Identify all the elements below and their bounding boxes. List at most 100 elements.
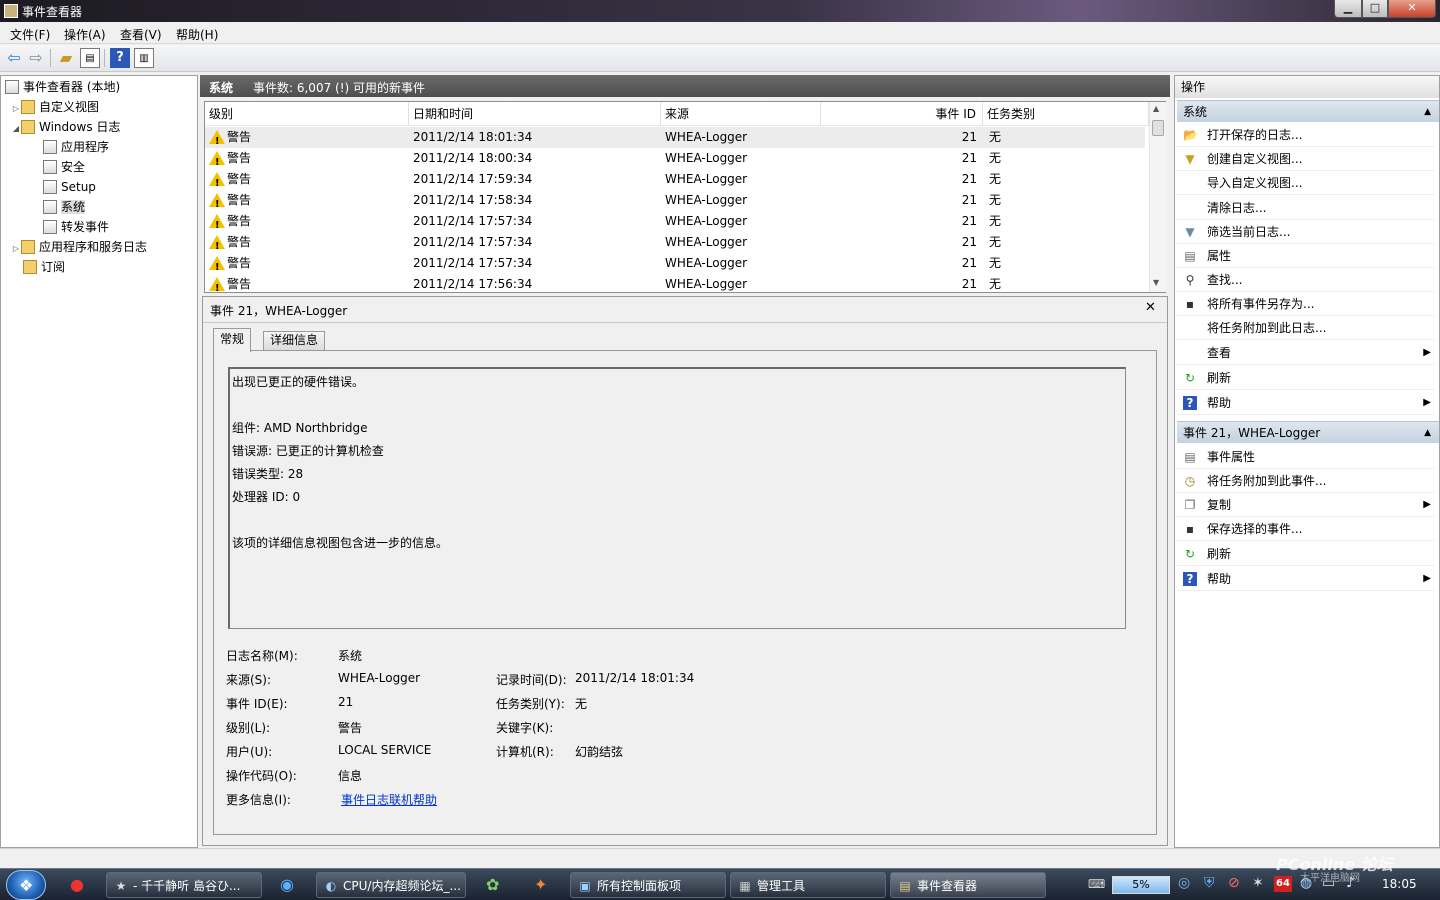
tree-item-forwarded-events[interactable]: 转发事件 [1,217,197,237]
menu-action[interactable]: 操作(A) [64,26,106,43]
detail-close-icon[interactable]: ✕ [1145,300,1156,315]
watermark-sub: 太平洋电脑网 [1300,873,1360,884]
table-row[interactable]: 警告 2011/2/14 17:58:34 WHEA-Logger 21 无 [205,190,1145,215]
maximize-button[interactable]: □ [1362,0,1388,18]
submenu-arrow-icon: ▶ [1423,397,1431,408]
tray-icon[interactable]: ◎ [1178,875,1190,891]
table-row[interactable]: 警告 2011/2/14 17:59:34 WHEA-Logger 21 无 [205,169,1145,194]
action-view[interactable]: 查看 ▶ [1177,341,1435,365]
tree-item-subscriptions[interactable]: 订阅 [1,257,197,277]
scroll-up-icon[interactable]: ▲ [1153,104,1159,113]
tab-details[interactable]: 详细信息 [263,331,326,350]
table-row[interactable]: 警告 2011/2/14 17:57:34 WHEA-Logger 21 无 [205,253,1145,278]
up-folder-icon[interactable]: ▰ [56,48,76,68]
vertical-scrollbar[interactable]: ▲ ▼ [1149,102,1166,292]
taskbar-item-forum[interactable]: ◐ CPU/内存超频论坛_... [316,872,466,898]
collapse-arrow-icon[interactable]: ◢ [11,119,21,139]
tree-item-security[interactable]: 安全 [1,157,197,177]
scroll-down-icon[interactable]: ▼ [1153,278,1159,287]
source-cell: WHEA-Logger [665,277,748,291]
event-list[interactable]: 级别 日期和时间 来源 事件 ID 任务类别 警告 2011/2/14 18:01… [204,101,1166,299]
taskbar-item-ttplayer[interactable]: ★ - 千千静听 島谷ひ... [106,872,262,898]
action-help[interactable]: ? 帮助 ▶ [1177,391,1435,415]
action-filter-current-log[interactable]: ▼ 筛选当前日志... [1177,220,1435,244]
column-source[interactable]: 来源 [661,102,821,126]
table-row[interactable]: 警告 2011/2/14 17:57:34 WHEA-Logger 21 无 [205,211,1145,236]
column-datetime[interactable]: 日期和时间 [409,102,661,126]
title-bar[interactable]: 事件查看器 ▁ □ ✕ [0,0,1440,22]
tree-item-system[interactable]: 系统 [1,197,197,217]
show-hide-action-pane-icon[interactable]: ▥ [134,48,154,68]
show-hide-tree-icon[interactable]: ▤ [80,48,100,68]
event-description[interactable]: 出现已更正的硬件错误。 组件: AMD Northbridge 错误源: 已更正的计… [228,367,1126,629]
table-row[interactable]: 警告 2011/2/14 17:56:34 WHEA-Logger 21 无 [205,274,1145,299]
app-icon[interactable]: ✿ [486,875,499,894]
taskbar-item-event-viewer[interactable]: ▤ 事件查看器 [890,872,1046,898]
help-icon[interactable]: ? [110,48,130,68]
actions-section-event[interactable]: 事件 21，WHEA-Logger ▲ [1177,421,1439,443]
app-icon[interactable]: ✦ [534,875,547,894]
cpu-meter[interactable]: 5% [1112,876,1170,894]
more-info-link[interactable]: 事件日志联机帮助 [341,791,437,808]
action-refresh[interactable]: ↻ 刷新 [1177,366,1435,390]
tree-item-windows-logs[interactable]: ◢ Windows 日志 [1,117,197,137]
tab-general[interactable]: 常规 [213,328,252,352]
action-create-custom-view[interactable]: ▼ 创建自定义视图... [1177,147,1435,171]
action-save-all-events-as[interactable]: ▪ 将所有事件另存为... [1177,292,1435,316]
action-open-saved-log[interactable]: 📂 打开保存的日志... [1177,123,1435,147]
tray-icon[interactable]: ✶ [1252,875,1264,891]
back-icon[interactable]: ⇦ [4,48,24,68]
action-refresh-event[interactable]: ↻ 刷新 [1177,542,1435,566]
collapse-icon[interactable]: ▲ [1424,422,1431,444]
start-button[interactable]: ❖ [6,870,46,900]
forward-icon[interactable]: ⇨ [26,48,46,68]
keyboard-icon[interactable]: ⌨ [1088,877,1105,891]
action-copy-event[interactable]: ❐ 复制 ▶ [1177,493,1435,517]
menu-help[interactable]: 帮助(H) [176,26,218,43]
taskbar-item-control-panel[interactable]: ▣ 所有控制面板项 [570,872,726,898]
menu-view[interactable]: 查看(V) [120,26,162,43]
taskbar-item-admin-tools[interactable]: ▦ 管理工具 [730,872,886,898]
close-button[interactable]: ✕ [1388,0,1436,18]
media-player-icon[interactable]: ◉ [280,875,294,894]
action-attach-task-to-event-event[interactable]: ◷ 将任务附加到此事件... [1177,469,1435,493]
action-attach-task-to-log[interactable]: 将任务附加到此日志... [1177,316,1435,340]
action-help-event[interactable]: ? 帮助 ▶ [1177,567,1435,591]
navigation-tree: 事件查看器 (本地) ▷ 自定义视图 ◢ Windows 日志 应用程序 安全 Se… [0,75,198,848]
column-task-category[interactable]: 任务类别 [983,102,1149,126]
expand-arrow-icon[interactable]: ▷ [11,239,21,259]
column-event-id[interactable]: 事件 ID [821,102,983,126]
tree-item-root[interactable]: 事件查看器 (本地) [1,77,197,97]
tray-badge[interactable]: 64 [1274,876,1292,892]
qq-icon[interactable]: ● [70,875,84,894]
value-source: WHEA-Logger [338,671,421,685]
table-row[interactable]: 警告 2011/2/14 17:57:34 WHEA-Logger 21 无 [205,232,1145,257]
action-clear-log[interactable]: 清除日志... [1177,196,1435,220]
tray-icon[interactable]: ⊘ [1228,875,1240,891]
action-properties[interactable]: ▤ 属性 [1177,244,1435,268]
actions-section-system[interactable]: 系统 ▲ [1177,100,1439,122]
source-cell: WHEA-Logger [665,256,748,270]
collapse-icon[interactable]: ▲ [1424,101,1431,123]
tree-item-custom-views[interactable]: ▷ 自定义视图 [1,97,197,117]
column-level[interactable]: 级别 [205,102,409,126]
action-find[interactable]: ⚲ 查找... [1177,268,1435,292]
security-shield-icon[interactable]: ⛨ [1204,875,1215,891]
scroll-thumb[interactable] [1152,120,1164,136]
help-icon: ? [1183,396,1197,410]
clock[interactable]: 18:05 [1382,877,1417,891]
minimize-button[interactable]: ▁ [1334,0,1362,18]
table-row[interactable]: 警告 2011/2/14 18:00:34 WHEA-Logger 21 无 [205,148,1145,173]
tree-item-app-service-logs[interactable]: ▷ 应用程序和服务日志 [1,237,197,257]
tree-item-application[interactable]: 应用程序 [1,137,197,157]
tree-item-setup[interactable]: Setup [1,177,197,197]
menu-file[interactable]: 文件(F) [10,26,50,43]
action-import-custom-view[interactable]: 导入自定义视图... [1177,171,1435,195]
action-save-selected-events-event[interactable]: ▪ 保存选择的事件... [1177,517,1435,541]
action-event-properties-event[interactable]: ▤ 事件属性 [1177,445,1435,469]
level-text: 警告 [227,172,252,186]
level-cell: 警告 [209,274,251,299]
expand-arrow-icon[interactable]: ▷ [11,99,21,119]
table-row[interactable]: 警告 2011/2/14 18:01:34 WHEA-Logger 21 无 [205,127,1145,152]
datetime-cell: 2011/2/14 17:59:34 [413,172,533,186]
